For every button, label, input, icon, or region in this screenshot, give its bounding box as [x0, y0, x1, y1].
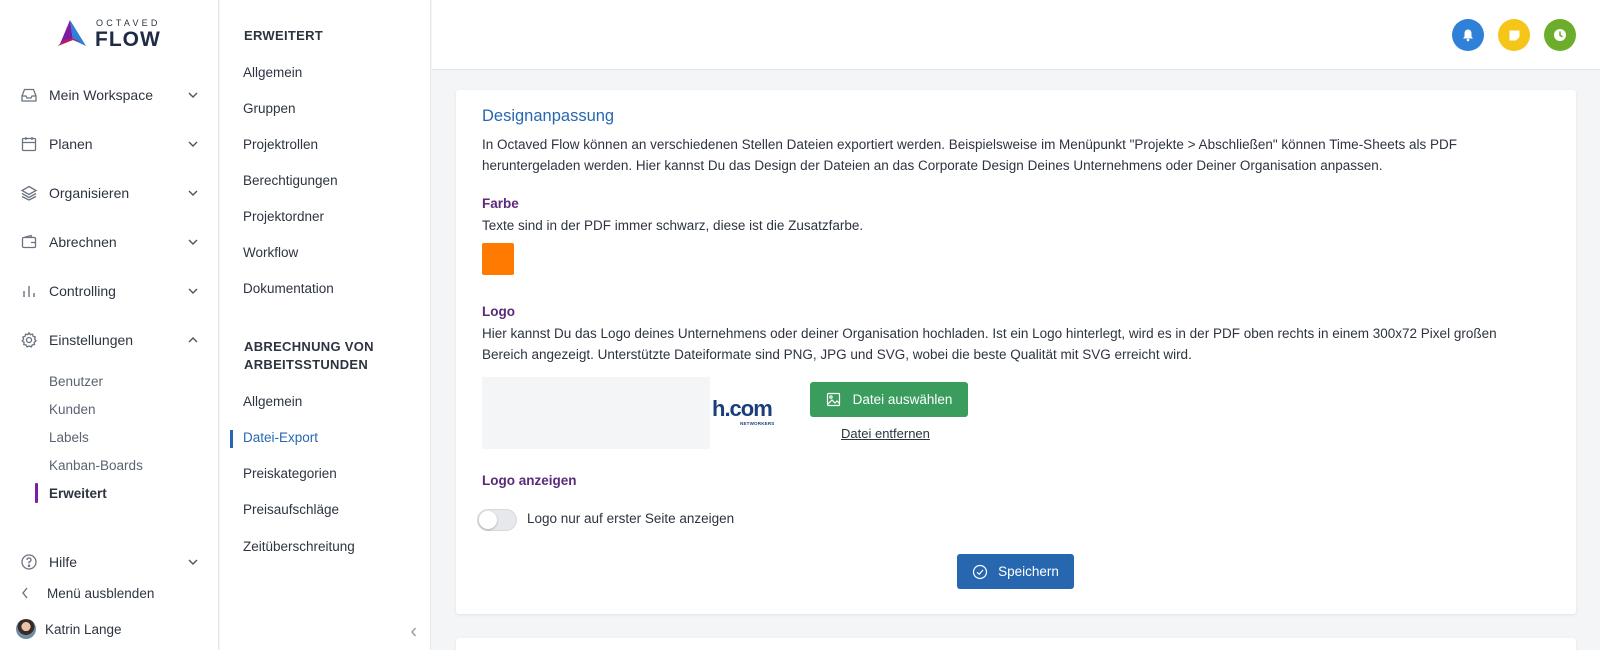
subnav-item-dokumentation[interactable]: Dokumentation [243, 281, 334, 296]
subnav-item-projektordner[interactable]: Projektordner [243, 209, 324, 224]
choose-file-label: Datei auswählen [852, 392, 953, 407]
section-title-line2: ARBEITSSTUNDEN [244, 357, 369, 372]
brand-small-text: OCTAVED [96, 18, 161, 28]
save-button[interactable]: Speichern [957, 554, 1074, 589]
sticky-note-icon [1509, 30, 1519, 40]
intro-line-2: heruntergeladen werden. Hier kannst Du d… [482, 157, 1383, 173]
save-label: Speichern [998, 564, 1059, 579]
color-label: Farbe [482, 196, 519, 211]
nav-item-organisieren[interactable]: Organisieren [0, 175, 219, 211]
nav-item-planen[interactable]: Planen [0, 126, 219, 162]
color-description: Texte sind in der PDF immer schwarz, die… [482, 218, 864, 233]
chevron-down-icon [188, 92, 198, 98]
color-swatch[interactable] [482, 243, 514, 275]
active-indicator [230, 430, 233, 448]
logo-desc-line-1: Hier kannst Du das Logo deines Unternehm… [482, 326, 1497, 341]
chevron-down-icon [188, 288, 198, 294]
section-title-abrechnung: ABRECHNUNG VON ARBEITSSTUNDEN [244, 338, 414, 374]
next-card [456, 638, 1576, 650]
settings-sub-labels[interactable]: Labels [49, 430, 89, 445]
nav-item-hilfe[interactable]: Hilfe [0, 544, 219, 580]
clock-icon [1554, 29, 1566, 41]
section-title-line1: ABRECHNUNG VON [244, 339, 374, 354]
nav-item-label: Hilfe [49, 554, 78, 570]
collapse-menu-label: Menü ausblenden [47, 586, 155, 601]
top-bar [432, 0, 1600, 70]
nav-item-label: Abrechnen [49, 234, 117, 250]
remove-file-link[interactable]: Datei entfernen [841, 426, 930, 441]
nav-item-abrechnen[interactable]: Abrechnen [0, 224, 219, 260]
toggle-knob [479, 511, 497, 529]
bell-icon [1463, 29, 1473, 42]
subnav-item-preisaufschlaege[interactable]: Preisaufschläge [243, 502, 339, 517]
nav-item-controlling[interactable]: Controlling [0, 273, 219, 309]
card-title: Designanpassung [482, 107, 615, 125]
logo-preview-text: h.com [712, 396, 773, 421]
subnav-item-zeitueberschreitung[interactable]: Zeitüberschreitung [243, 539, 355, 554]
settings-subnav: ERWEITERT Allgemein Gruppen Projektrolle… [220, 0, 431, 650]
settings-sub-kanban-boards[interactable]: Kanban-Boards [49, 458, 143, 473]
subnav-item-projektrollen[interactable]: Projektrollen [243, 137, 318, 152]
show-logo-label: Logo anzeigen [482, 473, 577, 488]
section-title-erweitert: ERWEITERT [244, 28, 324, 43]
nav-item-label: Controlling [49, 283, 116, 299]
chevron-down-icon [188, 239, 198, 245]
logo-preview-subtext: NETWORKERS [740, 421, 775, 426]
nav-item-einstellungen[interactable]: Einstellungen [0, 322, 219, 358]
help-circle-icon [21, 554, 37, 570]
nav-item-label: Einstellungen [49, 332, 134, 348]
time-tracking-button[interactable] [1544, 19, 1576, 51]
logo-desc-line-2: Bereich angezeigt. Unterstützte Dateifor… [482, 346, 1192, 362]
subnav-item-allgemein[interactable]: Allgemein [243, 65, 302, 80]
subnav-item-allgemein-2[interactable]: Allgemein [243, 394, 302, 409]
main-navigation: OCTAVED FLOW Mein Workspace Planen Organ… [0, 0, 219, 650]
octaved-flow-logo[interactable]: OCTAVED FLOW [56, 16, 176, 51]
settings-sub-benutzer[interactable]: Benutzer [49, 374, 103, 389]
nav-item-label: Mein Workspace [49, 87, 154, 103]
gear-icon [21, 331, 37, 348]
subnav-item-datei-export[interactable]: Datei-Export [243, 430, 318, 445]
first-page-logo-toggle[interactable] [477, 509, 517, 531]
intro-line-1: In Octaved Flow können an verschiedenen … [482, 137, 1457, 152]
settings-sub-kunden[interactable]: Kunden [49, 402, 96, 417]
settings-sub-erweitert[interactable]: Erweitert [49, 486, 107, 501]
bar-chart-icon [23, 286, 35, 297]
logo-dropzone [482, 377, 710, 449]
first-page-logo-toggle-label: Logo nur auf erster Seite anzeigen [527, 511, 735, 526]
layers-icon [20, 185, 38, 201]
wallet-icon [21, 234, 37, 249]
nav-item-label: Organisieren [49, 185, 130, 201]
logo-label: Logo [482, 304, 515, 319]
active-indicator [35, 483, 38, 503]
chevron-down-icon [188, 559, 198, 565]
avatar [16, 619, 36, 639]
notifications-button[interactable] [1452, 19, 1484, 51]
nav-item-label: Planen [49, 136, 93, 152]
user-profile[interactable]: Katrin Lange [16, 619, 206, 641]
subnav-item-workflow[interactable]: Workflow [243, 245, 298, 260]
chevron-down-icon [188, 141, 198, 147]
intro-text: In Octaved Flow können an verschiedenen … [482, 135, 1552, 176]
collapse-menu-button[interactable]: Menü ausblenden [20, 586, 154, 601]
notes-button[interactable] [1498, 19, 1530, 51]
subnav-item-preiskategorien[interactable]: Preiskategorien [243, 466, 337, 481]
chevron-left-icon[interactable] [409, 626, 419, 638]
inbox-icon [21, 88, 37, 102]
subnav-item-gruppen[interactable]: Gruppen [243, 101, 296, 116]
logo-preview: h.com NETWORKERS [712, 397, 782, 427]
chevron-left-icon [22, 587, 28, 599]
logo-description: Hier kannst Du das Logo deines Unternehm… [482, 324, 1552, 365]
calendar-icon [21, 137, 37, 152]
choose-file-button[interactable]: Datei auswählen [810, 382, 968, 417]
check-circle-icon [972, 564, 988, 579]
brand-mark-icon [58, 20, 86, 46]
chevron-up-icon [188, 337, 198, 343]
brand-big-text: FLOW [95, 28, 161, 51]
image-icon [826, 392, 840, 407]
subnav-item-berechtigungen[interactable]: Berechtigungen [243, 173, 338, 188]
chevron-down-icon [188, 190, 198, 196]
user-name: Katrin Lange [45, 622, 122, 637]
nav-item-mein-workspace[interactable]: Mein Workspace [0, 77, 219, 113]
design-customization-card: Designanpassung In Octaved Flow können a… [456, 90, 1576, 614]
